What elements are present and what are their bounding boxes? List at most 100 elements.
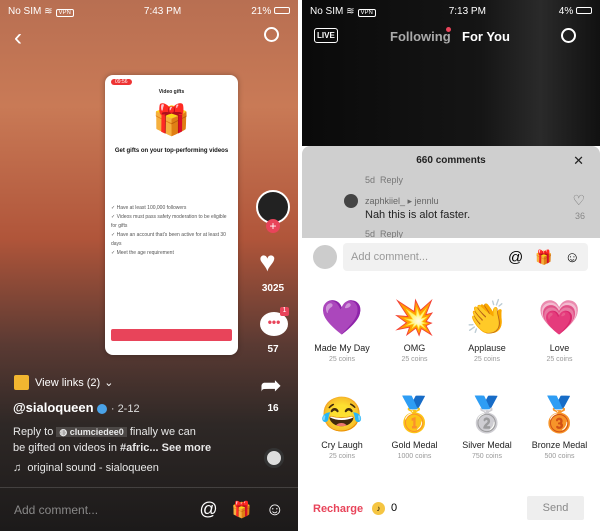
chevron-down-icon: ⌄	[104, 377, 114, 389]
gift-name: Love	[549, 343, 570, 353]
wifi-icon: ≋	[44, 5, 53, 17]
back-icon[interactable]: ‹	[14, 24, 22, 52]
embedded-heading: Get gifts on your top-performing videos	[114, 148, 229, 154]
carrier: No SIM	[8, 5, 42, 17]
status-bar: No SIM ≋ VPN 7:13 PM 4%	[302, 0, 600, 22]
gift-item[interactable]: 😂 Cry Laugh 25 coins	[305, 393, 379, 460]
comments-title: 660 comments	[416, 155, 486, 166]
requirement: ✓ Have an account that's been active for…	[111, 232, 226, 247]
view-links-button[interactable]: View links (2) ⌄	[14, 375, 113, 390]
battery-level: 21%	[251, 5, 272, 17]
video-screen: No SIM ≋ VPN 7:43 PM 21% ‹ 09:56 Video gi…	[0, 0, 298, 531]
gift-name: Gold Medal	[391, 440, 438, 450]
gift-icon: 💜	[320, 299, 364, 337]
share-icon[interactable]: ➦	[260, 370, 282, 401]
gift-item[interactable]: 👏 Applause 25 coins	[450, 296, 524, 363]
gift-price: 25 coins	[473, 356, 501, 363]
view-links-label: View links (2)	[35, 376, 101, 389]
gift-price: 25 coins	[328, 356, 356, 363]
gift-item[interactable]: 💥 OMG 25 coins	[378, 296, 452, 363]
gift-price: 25 coins	[546, 356, 573, 363]
gift-item[interactable]: 💜 Made My Day 25 coins	[305, 296, 379, 363]
recharge-button[interactable]: Recharge	[313, 503, 363, 515]
embedded-action-button	[111, 329, 232, 341]
gift-box-icon: 🎁	[152, 104, 191, 137]
gift-item[interactable]: 🥇 Gold Medal 1000 coins	[378, 393, 452, 460]
username[interactable]: @sialoqueen	[13, 400, 94, 415]
gift-icon: 🥇	[393, 396, 436, 434]
live-icon[interactable]: LIVE	[314, 28, 338, 43]
gift-panel: Add comment... @ 🎁 ☺ 💜 Made My Day 25 coin…	[302, 238, 600, 531]
comments-sheet: 660 comments ✕ 5d Reply zaphkiiel_ ▸ jen…	[302, 146, 600, 242]
gift-icon[interactable]: 🎁	[232, 500, 252, 520]
gift-icon: 🥉	[538, 396, 581, 434]
gift-item[interactable]: 🥉 Bronze Medal 500 coins	[523, 393, 597, 460]
share-count: 16	[267, 403, 279, 414]
status-bar: No SIM ≋ VPN 7:43 PM 21%	[0, 0, 298, 22]
gift-icon: 🥈	[465, 396, 509, 434]
caption-text: finally we can	[129, 426, 196, 438]
gift-name: Bronze Medal	[531, 440, 588, 450]
commenter-avatar[interactable]	[344, 194, 358, 208]
mention-chip[interactable]: ◍ clumciedee0	[56, 427, 127, 437]
carrier: No SIM	[310, 5, 344, 17]
reply-link[interactable]: Reply	[380, 175, 403, 185]
comment-age: 5d	[365, 175, 376, 185]
tab-following[interactable]: Following	[390, 29, 451, 44]
follow-plus-icon[interactable]: +	[266, 219, 280, 233]
gift-item[interactable]: 🥈 Silver Medal 750 coins	[450, 393, 524, 460]
heart-icon[interactable]: ♥	[259, 246, 276, 278]
mention-icon[interactable]: @	[199, 499, 217, 520]
see-more-link[interactable]: See more	[162, 442, 212, 454]
gift-name: Made My Day	[314, 343, 370, 353]
search-icon[interactable]	[264, 27, 279, 42]
battery-level: 4%	[558, 5, 574, 17]
clock: 7:13 PM	[448, 5, 486, 17]
emoji-icon[interactable]: ☺	[266, 499, 284, 520]
comment-badge: 1	[280, 307, 289, 316]
comment-input[interactable]: Add comment...	[351, 251, 498, 263]
send-button[interactable]: Send	[527, 496, 584, 520]
requirement: ✓ Videos must pass safety moderation to …	[111, 214, 227, 229]
music-note-icon: ♫	[13, 462, 22, 474]
comment-input-box[interactable]: Add comment... @ 🎁 ☺	[343, 243, 588, 271]
gift-price: 500 coins	[544, 453, 575, 460]
vpn-badge: VPN	[55, 8, 74, 17]
wifi-icon: ≋	[346, 5, 355, 17]
gift-name: Applause	[468, 343, 506, 353]
search-icon[interactable]	[561, 28, 576, 43]
gift-icon[interactable]: 🎁	[535, 249, 552, 266]
mention-icon[interactable]: @	[508, 249, 523, 266]
like-heart-icon[interactable]: ♡	[572, 192, 585, 209]
gift-screen: No SIM ≋ VPN 7:13 PM 4% LIVE Following Fo…	[302, 0, 600, 531]
emoji-icon[interactable]: ☺	[565, 249, 580, 266]
requirement: ✓ Meet the age requirement	[111, 250, 174, 256]
gift-icon: 😂	[320, 396, 364, 434]
battery-charging-icon	[576, 7, 592, 15]
user-avatar	[313, 245, 337, 269]
gift-icon: 💗	[538, 299, 581, 337]
vpn-badge: VPN	[357, 8, 376, 17]
like-count: 3025	[261, 283, 285, 294]
comment-input[interactable]: Add comment...	[14, 503, 185, 517]
username-row: @sialoqueen · 2-12	[13, 400, 140, 415]
sound-disc[interactable]	[264, 448, 284, 468]
commenter-name[interactable]: zaphkiiel_	[365, 196, 405, 206]
coin-balance: 0	[391, 502, 398, 514]
gift-price: 25 coins	[328, 453, 356, 460]
caption: Reply to ◍ clumciedee0 finally we can be…	[13, 424, 243, 456]
gift-item[interactable]: 💗 Love 25 coins	[523, 296, 597, 363]
replied-user[interactable]: jennlu	[415, 196, 439, 206]
gift-name: Silver Medal	[462, 440, 512, 450]
hashtag-link[interactable]: #afric...	[120, 442, 159, 454]
gift-price: 750 coins	[472, 453, 502, 460]
close-icon[interactable]: ✕	[573, 153, 584, 169]
gift-icon: 👏	[465, 299, 509, 337]
gift-name: OMG	[403, 343, 426, 353]
gift-name: Cry Laugh	[321, 440, 363, 450]
clock: 7:43 PM	[143, 5, 182, 17]
sound-row[interactable]: ♫ original sound - sialoqueen	[13, 462, 159, 474]
tab-for-you[interactable]: For You	[462, 29, 510, 44]
link-icon	[14, 375, 29, 390]
gift-price: 25 coins	[401, 356, 428, 363]
